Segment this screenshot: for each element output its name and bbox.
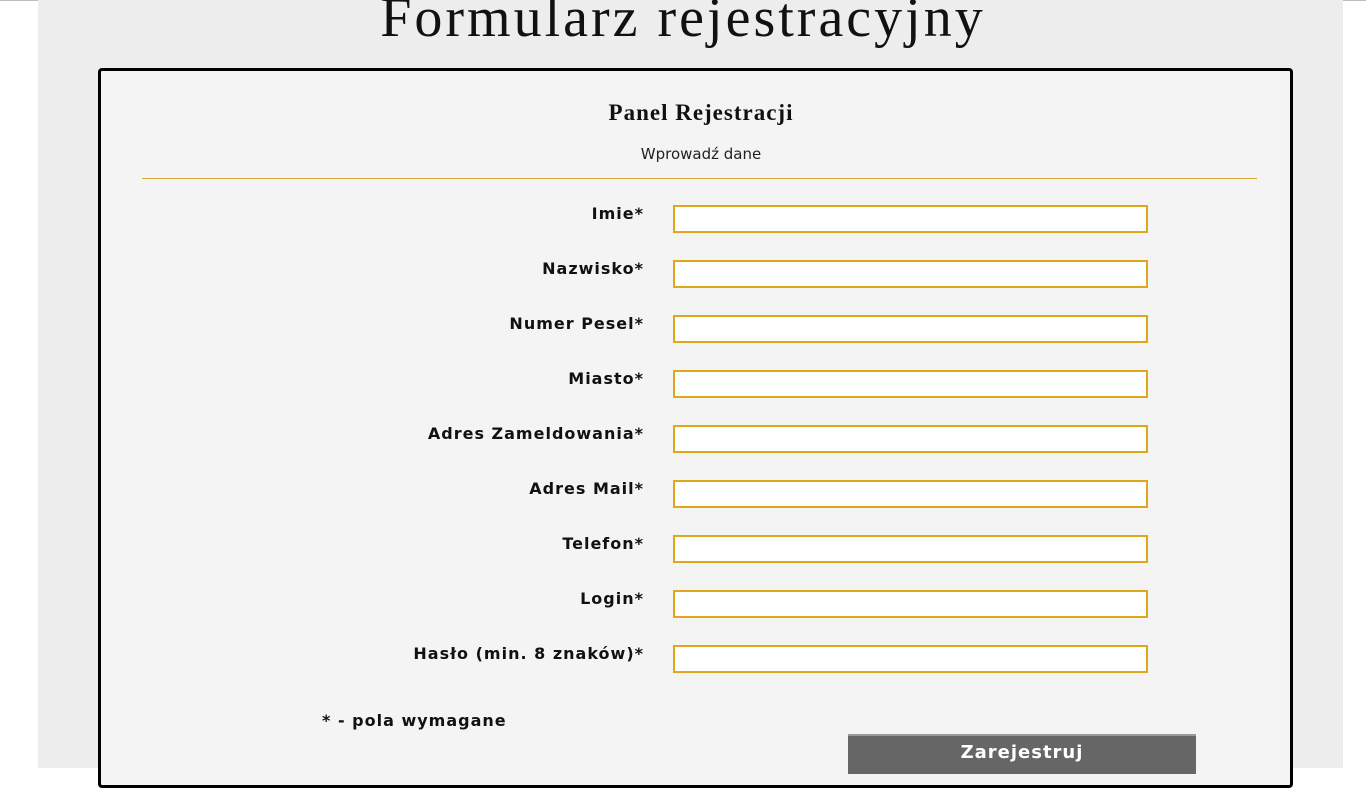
panel-divider [142, 178, 1257, 179]
panel-subtitle: Wprowadź dane [640, 145, 762, 163]
email-label: Adres Mail* [529, 479, 644, 498]
required-fields-note: * - pola wymagane [322, 711, 507, 730]
phone-input[interactable] [673, 535, 1148, 563]
city-input[interactable] [673, 370, 1148, 398]
last-name-label: Nazwisko* [542, 259, 644, 278]
pesel-label: Numer Pesel* [509, 314, 644, 333]
login-label: Login* [580, 589, 644, 608]
address-label: Adres Zameldowania* [427, 424, 644, 443]
password-label: Hasło (min. 8 znaków)* [413, 644, 644, 663]
panel-title: Panel Rejestracji [608, 100, 794, 125]
pesel-input[interactable] [673, 315, 1148, 343]
address-input[interactable] [673, 425, 1148, 453]
email-input[interactable] [673, 480, 1148, 508]
last-name-input[interactable] [673, 260, 1148, 288]
password-input[interactable] [673, 645, 1148, 673]
first-name-label: Imie* [591, 204, 644, 223]
phone-label: Telefon* [562, 534, 644, 553]
first-name-input[interactable] [673, 205, 1148, 233]
login-input[interactable] [673, 590, 1148, 618]
register-button[interactable]: Zarejestruj [848, 734, 1196, 774]
page-title: Formularz rejestracyjny [380, 0, 986, 49]
city-label: Miasto* [568, 369, 644, 388]
